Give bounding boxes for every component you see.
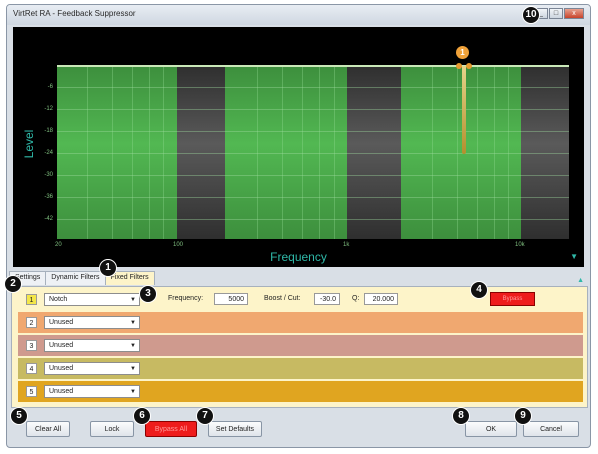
- callout-badge: 5: [10, 407, 28, 425]
- filter-type-value: Unused: [49, 365, 74, 372]
- grid-hline: [57, 87, 569, 88]
- bypass-all-button[interactable]: Bypass All: [145, 421, 197, 437]
- boost-cut-input[interactable]: -30.0: [314, 293, 340, 305]
- fixed-filters-panel: ▲ 1 Notch ▼ Frequency: 5000 Boost / Cut: …: [11, 277, 588, 408]
- callout-badge: 4: [470, 281, 488, 299]
- ok-button[interactable]: OK: [465, 421, 517, 437]
- boost-cut-label: Boost / Cut:: [264, 295, 301, 302]
- x-tick-label: 10k: [515, 242, 525, 248]
- plot-area[interactable]: -6 -12 -18 -24 -30 -36 -42 20 100 1k 10k…: [44, 46, 569, 248]
- filter-type-select[interactable]: Unused ▼: [44, 362, 140, 375]
- frequency-label: Frequency:: [168, 295, 204, 302]
- chevron-down-icon: ▼: [130, 389, 136, 395]
- callout-badge: 6: [133, 407, 151, 425]
- callout-badge: 1: [99, 259, 117, 277]
- filter-type-select[interactable]: Unused ▼: [44, 339, 140, 352]
- chevron-down-icon: ▼: [130, 366, 136, 372]
- callout-badge: 3: [139, 285, 157, 303]
- chevron-down-icon: ▼: [130, 320, 136, 326]
- x-tick-label: 20: [55, 242, 62, 248]
- clear-all-button[interactable]: Clear All: [26, 421, 70, 437]
- callout-badge: 2: [4, 275, 22, 293]
- y-tick-label: -24: [44, 150, 53, 156]
- filter-row-4: 4 Unused ▼: [18, 358, 583, 379]
- tab-dynamic-filters[interactable]: Dynamic Filters: [45, 271, 106, 285]
- filter-marker[interactable]: 1: [456, 46, 469, 59]
- callout-badge: 8: [452, 407, 470, 425]
- window-controls: _ □ x: [534, 8, 584, 19]
- filter-row-2: 2 Unused ▼: [18, 312, 583, 333]
- y-tick-label: -30: [44, 172, 53, 178]
- feedback-suppressor-window: VirtRet RA - Feedback Suppressor _ □ x L…: [6, 4, 591, 448]
- collapse-arrow-icon[interactable]: ▲: [577, 277, 584, 284]
- filter-type-value: Unused: [49, 342, 74, 349]
- filter-number[interactable]: 1: [26, 294, 37, 305]
- filter-row-3: 3 Unused ▼: [18, 335, 583, 356]
- grid-hline: [57, 153, 569, 154]
- close-button[interactable]: x: [564, 8, 584, 19]
- filter-number[interactable]: 3: [26, 340, 37, 351]
- bypass-button[interactable]: Bypass: [490, 292, 535, 306]
- callout-badge: 9: [514, 407, 532, 425]
- filter-type-select[interactable]: Unused ▼: [44, 385, 140, 398]
- q-input[interactable]: 20.000: [364, 293, 398, 305]
- notch-filter-curve: [462, 66, 466, 154]
- x-tick-label: 1k: [343, 242, 350, 248]
- x-tick-label: 100: [173, 242, 184, 248]
- grid-hline: [57, 109, 569, 110]
- x-axis-label: Frequency: [270, 250, 327, 264]
- cancel-button[interactable]: Cancel: [523, 421, 579, 437]
- filter-type-value: Notch: [49, 296, 68, 303]
- expand-arrow-icon[interactable]: ▼: [570, 252, 578, 261]
- filter-row-1: 1 Notch ▼ Frequency: 5000 Boost / Cut: -3…: [18, 289, 583, 310]
- filter-number[interactable]: 5: [26, 386, 37, 397]
- chevron-down-icon: ▼: [130, 297, 136, 303]
- filter-type-value: Unused: [49, 319, 74, 326]
- y-tick-label: -36: [44, 194, 53, 200]
- window-title: VirtRet RA - Feedback Suppressor: [13, 9, 136, 18]
- grid-hline: [57, 219, 569, 220]
- filter-number[interactable]: 2: [26, 317, 37, 328]
- filter-number[interactable]: 4: [26, 363, 37, 374]
- frequency-input[interactable]: 5000: [214, 293, 248, 305]
- title-bar[interactable]: VirtRet RA - Feedback Suppressor _ □ x: [7, 5, 590, 25]
- filter-type-select[interactable]: Notch ▼: [44, 293, 140, 306]
- filter-row-5: 5 Unused ▼: [18, 381, 583, 402]
- set-defaults-button[interactable]: Set Defaults: [208, 421, 262, 437]
- tab-strip: Settings Dynamic Filters Fixed Filters: [9, 271, 155, 285]
- grid-hline: [57, 197, 569, 198]
- filter-handle-right[interactable]: [466, 63, 472, 69]
- maximize-button[interactable]: □: [549, 8, 563, 19]
- y-tick-label: -42: [44, 216, 53, 222]
- chevron-down-icon: ▼: [130, 343, 136, 349]
- y-axis-label: Level: [22, 129, 36, 159]
- lock-button[interactable]: Lock: [90, 421, 134, 437]
- callout-badge: 7: [196, 407, 214, 425]
- grid-hline: [57, 131, 569, 132]
- grid-hline: [57, 175, 569, 176]
- y-tick-label: -18: [44, 128, 53, 134]
- q-label: Q:: [352, 295, 360, 302]
- filter-type-value: Unused: [49, 388, 74, 395]
- y-tick-label: -6: [47, 84, 53, 90]
- frequency-graph[interactable]: Level -6 -12 -18 -24 -30 -36 -42 20 100 …: [13, 27, 584, 267]
- filter-type-select[interactable]: Unused ▼: [44, 316, 140, 329]
- callout-badge: 10: [522, 6, 540, 24]
- filter-handle-left[interactable]: [456, 63, 462, 69]
- y-tick-label: -12: [44, 106, 53, 112]
- response-curve: [57, 65, 569, 67]
